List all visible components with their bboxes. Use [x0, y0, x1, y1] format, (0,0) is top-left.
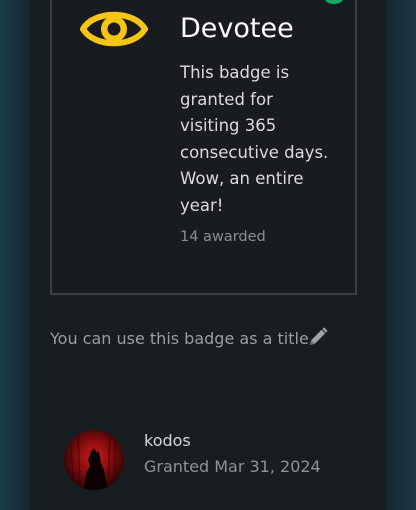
granted-label: Granted: [144, 457, 210, 476]
awarded-count: 14 awarded: [180, 229, 266, 245]
avatar[interactable]: [64, 430, 124, 490]
badge-title: Devotee: [180, 13, 294, 44]
eye-icon: [80, 11, 148, 47]
granted-date: Mar 31, 2024: [214, 457, 321, 476]
username[interactable]: kodos: [144, 430, 191, 452]
pencil-icon[interactable]: [306, 325, 330, 349]
use-as-title-text: You can use this badge as a title: [50, 329, 309, 348]
wolf-avatar-image: [64, 430, 124, 490]
badge-description: This badge is granted for visiting 365 c…: [180, 63, 329, 215]
granted-info: Granted Mar 31, 2024: [144, 456, 321, 478]
